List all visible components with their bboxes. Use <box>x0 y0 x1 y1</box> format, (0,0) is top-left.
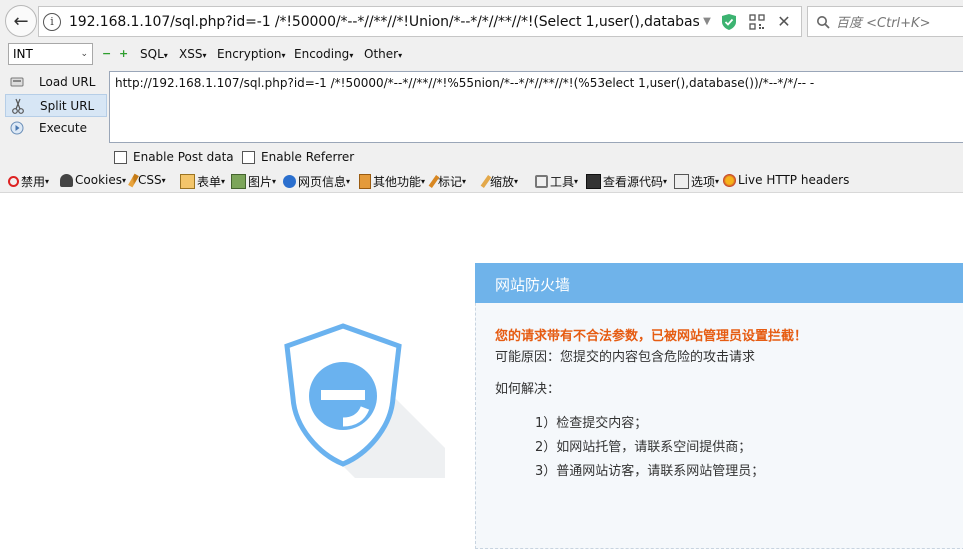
enable-post-checkbox[interactable]: Enable Post data <box>114 150 234 164</box>
firewall-how-to: 如何解决： <box>495 382 561 397</box>
wd-cookies[interactable]: Cookies ▾ <box>60 173 126 187</box>
play-icon <box>9 120 25 136</box>
wd-css-label[interactable]: CSS <box>138 173 162 187</box>
wd-info[interactable]: 网页信息 ▾ <box>283 173 350 190</box>
options-icon <box>674 174 689 189</box>
url-textarea[interactable]: http://192.168.1.107/sql.php?id=-1 /*!50… <box>109 71 963 143</box>
firewall-panel <box>475 263 963 549</box>
split-url-button[interactable]: Split URL <box>5 94 107 117</box>
checkbox-box[interactable] <box>114 150 127 164</box>
misc-icon <box>359 174 371 189</box>
chevron-down-icon[interactable]: ⌄ <box>80 49 88 59</box>
disable-icon <box>8 176 19 187</box>
wd-disable[interactable]: 禁用 ▾ <box>8 173 49 190</box>
wd-outline[interactable]: 标记 ▾ <box>428 173 466 190</box>
wd-misc-label[interactable]: 其他功能 <box>373 173 421 190</box>
wd-misc[interactable]: 其他功能 ▾ <box>359 173 425 190</box>
address-url[interactable]: 192.168.1.107/sql.php?id=-1 /*!50000/*--… <box>69 14 699 30</box>
back-button[interactable]: ← <box>5 5 37 37</box>
search-box[interactable]: 百度 <Ctrl+K> <box>807 6 963 37</box>
wd-source-label[interactable]: 查看源代码 <box>603 173 663 190</box>
terminal-icon <box>586 174 601 189</box>
firewall-warning: 您的请求带有不合法参数，已被网站管理员设置拦截！ <box>495 329 808 344</box>
back-arrow-icon: ← <box>13 10 29 32</box>
info-icon[interactable]: i <box>43 12 61 31</box>
wd-tools-label[interactable]: 工具 <box>550 173 574 190</box>
wd-live-http[interactable]: Live HTTP headers <box>723 173 849 187</box>
menu-sql[interactable]: SQL▾ <box>140 47 168 61</box>
image-icon <box>231 174 246 189</box>
wd-info-label[interactable]: 网页信息 <box>298 173 346 190</box>
wd-resize[interactable]: 缩放 ▾ <box>480 173 518 190</box>
execute-button[interactable]: Execute <box>5 117 105 138</box>
wd-disable-label[interactable]: 禁用 <box>21 173 45 190</box>
wd-images-label[interactable]: 图片 <box>248 173 272 190</box>
checkbox-box[interactable] <box>242 150 255 164</box>
http-headers-icon <box>723 173 736 187</box>
wd-forms-label[interactable]: 表单 <box>197 173 221 190</box>
load-url-icon <box>9 74 25 90</box>
dropdown-arrow-icon[interactable]: ▼ <box>699 16 715 27</box>
wd-live-http-label[interactable]: Live HTTP headers <box>738 173 849 187</box>
menu-xss-label[interactable]: XSS <box>179 47 202 61</box>
menu-encoding[interactable]: Encoding▾ <box>294 47 353 61</box>
wd-images[interactable]: 图片 ▾ <box>231 173 276 190</box>
firewall-shield-logo <box>284 323 445 478</box>
type-select-value[interactable]: INT <box>13 47 33 61</box>
wd-tools[interactable]: 工具 ▾ <box>535 173 578 190</box>
form-icon <box>180 174 195 189</box>
info-circle-icon <box>283 175 296 188</box>
cookie-icon <box>60 173 73 187</box>
load-url-label[interactable]: Load URL <box>39 75 95 89</box>
firewall-reason: 可能原因：您提交的内容包含危险的攻击请求 <box>495 350 756 365</box>
search-placeholder[interactable]: 百度 <Ctrl+K> <box>836 12 930 31</box>
menu-other[interactable]: Other▾ <box>364 47 402 61</box>
menu-encryption[interactable]: Encryption▾ <box>217 47 285 61</box>
wd-css[interactable]: CSS ▾ <box>128 173 166 187</box>
wd-options-label[interactable]: 选项 <box>691 173 715 190</box>
enable-post-label[interactable]: Enable Post data <box>133 150 234 164</box>
wd-cookies-label[interactable]: Cookies <box>75 173 122 187</box>
wd-forms[interactable]: 表单 ▾ <box>180 173 225 190</box>
firewall-step: 3）普通网站访客，请联系网站管理员； <box>535 464 765 479</box>
split-url-label[interactable]: Split URL <box>40 99 94 113</box>
minus-icon[interactable]: − <box>102 48 111 59</box>
firewall-step: 2）如网站托管，请联系空间提供商； <box>535 440 752 455</box>
search-icon <box>817 15 830 29</box>
load-url-button[interactable]: Load URL <box>5 71 105 92</box>
menu-sql-label[interactable]: SQL <box>140 47 164 61</box>
wd-resize-label[interactable]: 缩放 <box>490 173 514 190</box>
tools-icon <box>535 175 548 188</box>
menu-encryption-label[interactable]: Encryption <box>217 47 281 61</box>
firewall-title: 网站防火墙 <box>495 276 571 294</box>
enable-referrer-label[interactable]: Enable Referrer <box>261 150 354 164</box>
wd-outline-label[interactable]: 标记 <box>438 173 462 190</box>
wd-options[interactable]: 选项 ▾ <box>674 173 719 190</box>
execute-label[interactable]: Execute <box>39 121 87 135</box>
menu-other-label[interactable]: Other <box>364 47 398 61</box>
firewall-step: 1）检查提交内容； <box>535 416 648 431</box>
scissors-icon <box>10 98 26 114</box>
shield-check-icon[interactable] <box>721 13 737 31</box>
menu-xss[interactable]: XSS▾ <box>179 47 206 61</box>
enable-referrer-checkbox[interactable]: Enable Referrer <box>242 150 354 164</box>
menu-encoding-label[interactable]: Encoding <box>294 47 349 61</box>
type-select[interactable]: INT ⌄ <box>8 43 93 65</box>
address-bar[interactable]: i 192.168.1.107/sql.php?id=-1 /*!50000/*… <box>38 6 802 37</box>
qr-code-icon[interactable] <box>749 13 765 30</box>
wd-source[interactable]: 查看源代码 ▾ <box>586 173 667 190</box>
close-icon[interactable]: ✕ <box>770 8 798 34</box>
plus-icon[interactable]: + <box>119 48 128 59</box>
